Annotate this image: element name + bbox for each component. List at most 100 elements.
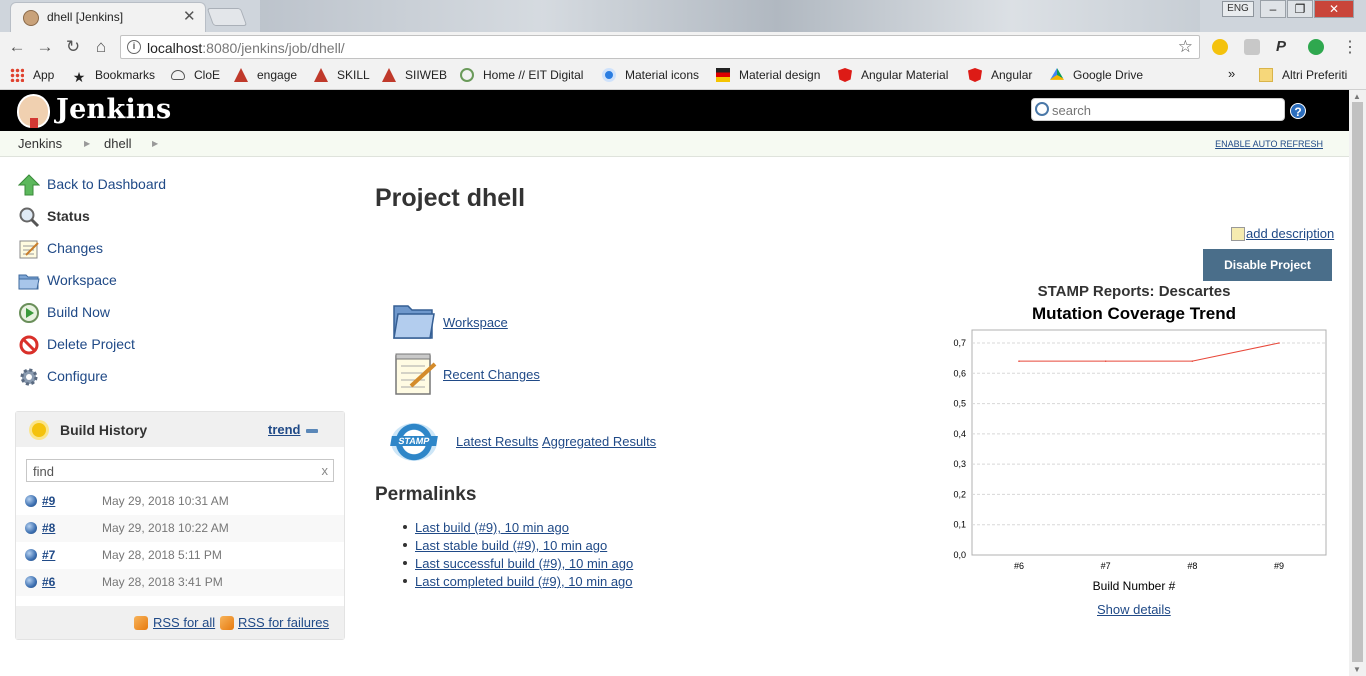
search-input[interactable] <box>1052 101 1280 119</box>
search-icon <box>1035 102 1049 116</box>
permalink-link[interactable]: Last completed build (#9), 10 min ago <box>415 574 633 589</box>
bullet-icon <box>403 579 407 583</box>
bookmarks-bar: App ★ Bookmarks CloE engage SKILL SIIWEB … <box>0 62 1366 90</box>
back-arrow-icon[interactable]: ← <box>6 36 28 58</box>
latest-results-link[interactable]: Latest Results <box>456 434 538 449</box>
tab-title: dhell [Jenkins] <box>47 10 124 24</box>
bookmark-cloe[interactable]: CloE <box>171 68 220 82</box>
build-date[interactable]: May 29, 2018 10:31 AM <box>102 494 229 508</box>
jenkins-title[interactable]: Jenkins <box>56 94 171 125</box>
clear-icon[interactable]: x <box>322 463 329 478</box>
workspace-link[interactable]: Workspace <box>443 315 508 330</box>
show-details-link[interactable]: Show details <box>1097 602 1171 617</box>
find-field[interactable]: x <box>26 459 334 482</box>
build-date[interactable]: May 29, 2018 10:22 AM <box>102 521 229 535</box>
extension-p-icon[interactable]: P <box>1276 39 1292 55</box>
extension-green-icon[interactable] <box>1308 39 1324 55</box>
bookmark-star-icon[interactable]: ☆ <box>1178 37 1193 57</box>
build-number-link[interactable]: #6 <box>42 575 55 589</box>
build-row[interactable]: #9 May 29, 2018 10:31 AM <box>16 488 344 515</box>
aggregated-results-link[interactable]: Aggregated Results <box>542 434 656 449</box>
enable-auto-refresh-link[interactable]: ENABLE AUTO REFRESH <box>1215 139 1323 149</box>
build-date[interactable]: May 28, 2018 5:11 PM <box>102 548 222 562</box>
bookmark-angular[interactable]: Angular <box>968 68 1032 82</box>
browser-tab[interactable]: dhell [Jenkins] ✕ <box>10 2 206 32</box>
stamp-logo-text: STAMP <box>390 436 438 446</box>
maximize-icon[interactable]: ❐ <box>1287 0 1313 18</box>
task-label[interactable]: Configure <box>47 368 108 384</box>
build-row[interactable]: #7 May 28, 2018 5:11 PM <box>16 542 344 569</box>
scroll-up-icon[interactable]: ▲ <box>1353 92 1361 101</box>
bookmark-material-icons[interactable]: Material icons <box>602 68 699 82</box>
language-indicator[interactable]: ENG <box>1222 1 1254 17</box>
bookmarks-overflow-icon[interactable]: » <box>1228 66 1235 81</box>
task-label[interactable]: Build Now <box>47 304 110 320</box>
x-tick-label: #9 <box>1274 561 1284 571</box>
build-number-link[interactable]: #8 <box>42 521 55 535</box>
task-label[interactable]: Status <box>47 208 90 224</box>
y-tick-label: 0,5 <box>953 399 966 409</box>
reload-icon[interactable]: ↻ <box>62 36 84 58</box>
build-row[interactable]: #6 May 28, 2018 3:41 PM <box>16 569 344 596</box>
task-label[interactable]: Back to Dashboard <box>47 176 166 192</box>
bookmark-skill[interactable]: SKILL <box>314 68 370 82</box>
page-scrollbar[interactable]: ▲ ▼ <box>1349 90 1366 676</box>
help-icon[interactable]: ? <box>1290 103 1306 119</box>
address-bar[interactable]: i localhost:8080/jenkins/job/dhell/ ☆ <box>120 35 1200 59</box>
bookmark-material-design[interactable]: Material design <box>716 68 820 82</box>
build-number-link[interactable]: #9 <box>42 494 55 508</box>
build-number-link[interactable]: #7 <box>42 548 55 562</box>
tab-close-icon[interactable]: ✕ <box>183 7 196 25</box>
rss-failures-link[interactable]: RSS for failures <box>238 615 329 630</box>
chevron-right-icon[interactable]: ▶ <box>84 139 90 148</box>
collapse-icon[interactable] <box>306 429 318 433</box>
rss-all-link[interactable]: RSS for all <box>153 615 215 630</box>
task-label[interactable]: Delete Project <box>47 336 135 352</box>
task-label[interactable]: Changes <box>47 240 103 256</box>
add-description-link[interactable]: add description <box>1246 226 1334 241</box>
search-box[interactable] <box>1031 98 1285 121</box>
bookmark-siiweb[interactable]: SIIWEB <box>382 68 447 82</box>
bookmark-angular-material[interactable]: Angular Material <box>838 68 948 82</box>
build-row[interactable]: #8 May 29, 2018 10:22 AM <box>16 515 344 542</box>
jenkins-header: Jenkins ? <box>0 90 1349 131</box>
extension-shield-icon[interactable] <box>1244 39 1260 55</box>
chevron-right-icon[interactable]: ▶ <box>152 139 158 148</box>
bookmark-other[interactable]: Altri Preferiti <box>1259 68 1347 82</box>
breadcrumb-dhell[interactable]: dhell <box>104 136 131 151</box>
bookmark-eit-digital[interactable]: Home // EIT Digital <box>460 68 583 82</box>
scroll-down-icon[interactable]: ▼ <box>1353 665 1361 674</box>
breadcrumb-jenkins[interactable]: Jenkins <box>18 136 62 151</box>
y-tick-label: 0,1 <box>953 520 966 530</box>
permalinks-heading: Permalinks <box>375 484 477 505</box>
new-tab-button[interactable] <box>206 8 248 26</box>
minimize-icon[interactable]: – <box>1260 0 1286 18</box>
trend-link[interactable]: trend <box>268 422 301 437</box>
permalink-item: Last completed build (#9), 10 min ago <box>403 574 633 589</box>
site-info-icon[interactable]: i <box>127 40 141 54</box>
permalink-link[interactable]: Last successful build (#9), 10 min ago <box>415 556 633 571</box>
scroll-thumb[interactable] <box>1352 102 1363 662</box>
mutation-coverage-chart[interactable]: 0,0 0,1 0,2 0,3 0,4 0,5 0,6 0,7 #6 #7 #8 #9 <box>934 326 1334 576</box>
home-icon[interactable]: ⌂ <box>90 36 112 58</box>
extension-moon-icon[interactable] <box>1212 39 1228 55</box>
close-window-icon[interactable]: ✕ <box>1314 0 1354 18</box>
status-ball-icon <box>25 522 37 534</box>
workspace-folder-icon <box>393 305 435 339</box>
url-text[interactable]: localhost:8080/jenkins/job/dhell/ <box>147 40 345 56</box>
disable-project-button[interactable]: Disable Project <box>1203 249 1332 281</box>
find-input[interactable] <box>33 463 313 479</box>
bookmark-apps[interactable]: App <box>10 68 54 82</box>
task-label[interactable]: Workspace <box>47 272 117 288</box>
build-history-title: Build History <box>60 422 148 438</box>
bookmark-engage[interactable]: engage <box>234 68 297 82</box>
permalink-link[interactable]: Last stable build (#9), 10 min ago <box>415 538 607 553</box>
build-clock-icon <box>19 303 39 323</box>
build-date[interactable]: May 28, 2018 3:41 PM <box>102 575 223 589</box>
permalink-link[interactable]: Last build (#9), 10 min ago <box>415 520 569 535</box>
bookmark-bookmarks[interactable]: ★ Bookmarks <box>72 68 155 84</box>
recent-changes-link[interactable]: Recent Changes <box>443 367 540 382</box>
bookmark-google-drive[interactable]: Google Drive <box>1050 68 1143 82</box>
forward-arrow-icon[interactable]: → <box>34 36 56 58</box>
browser-menu-icon[interactable]: ⋮ <box>1342 37 1358 57</box>
